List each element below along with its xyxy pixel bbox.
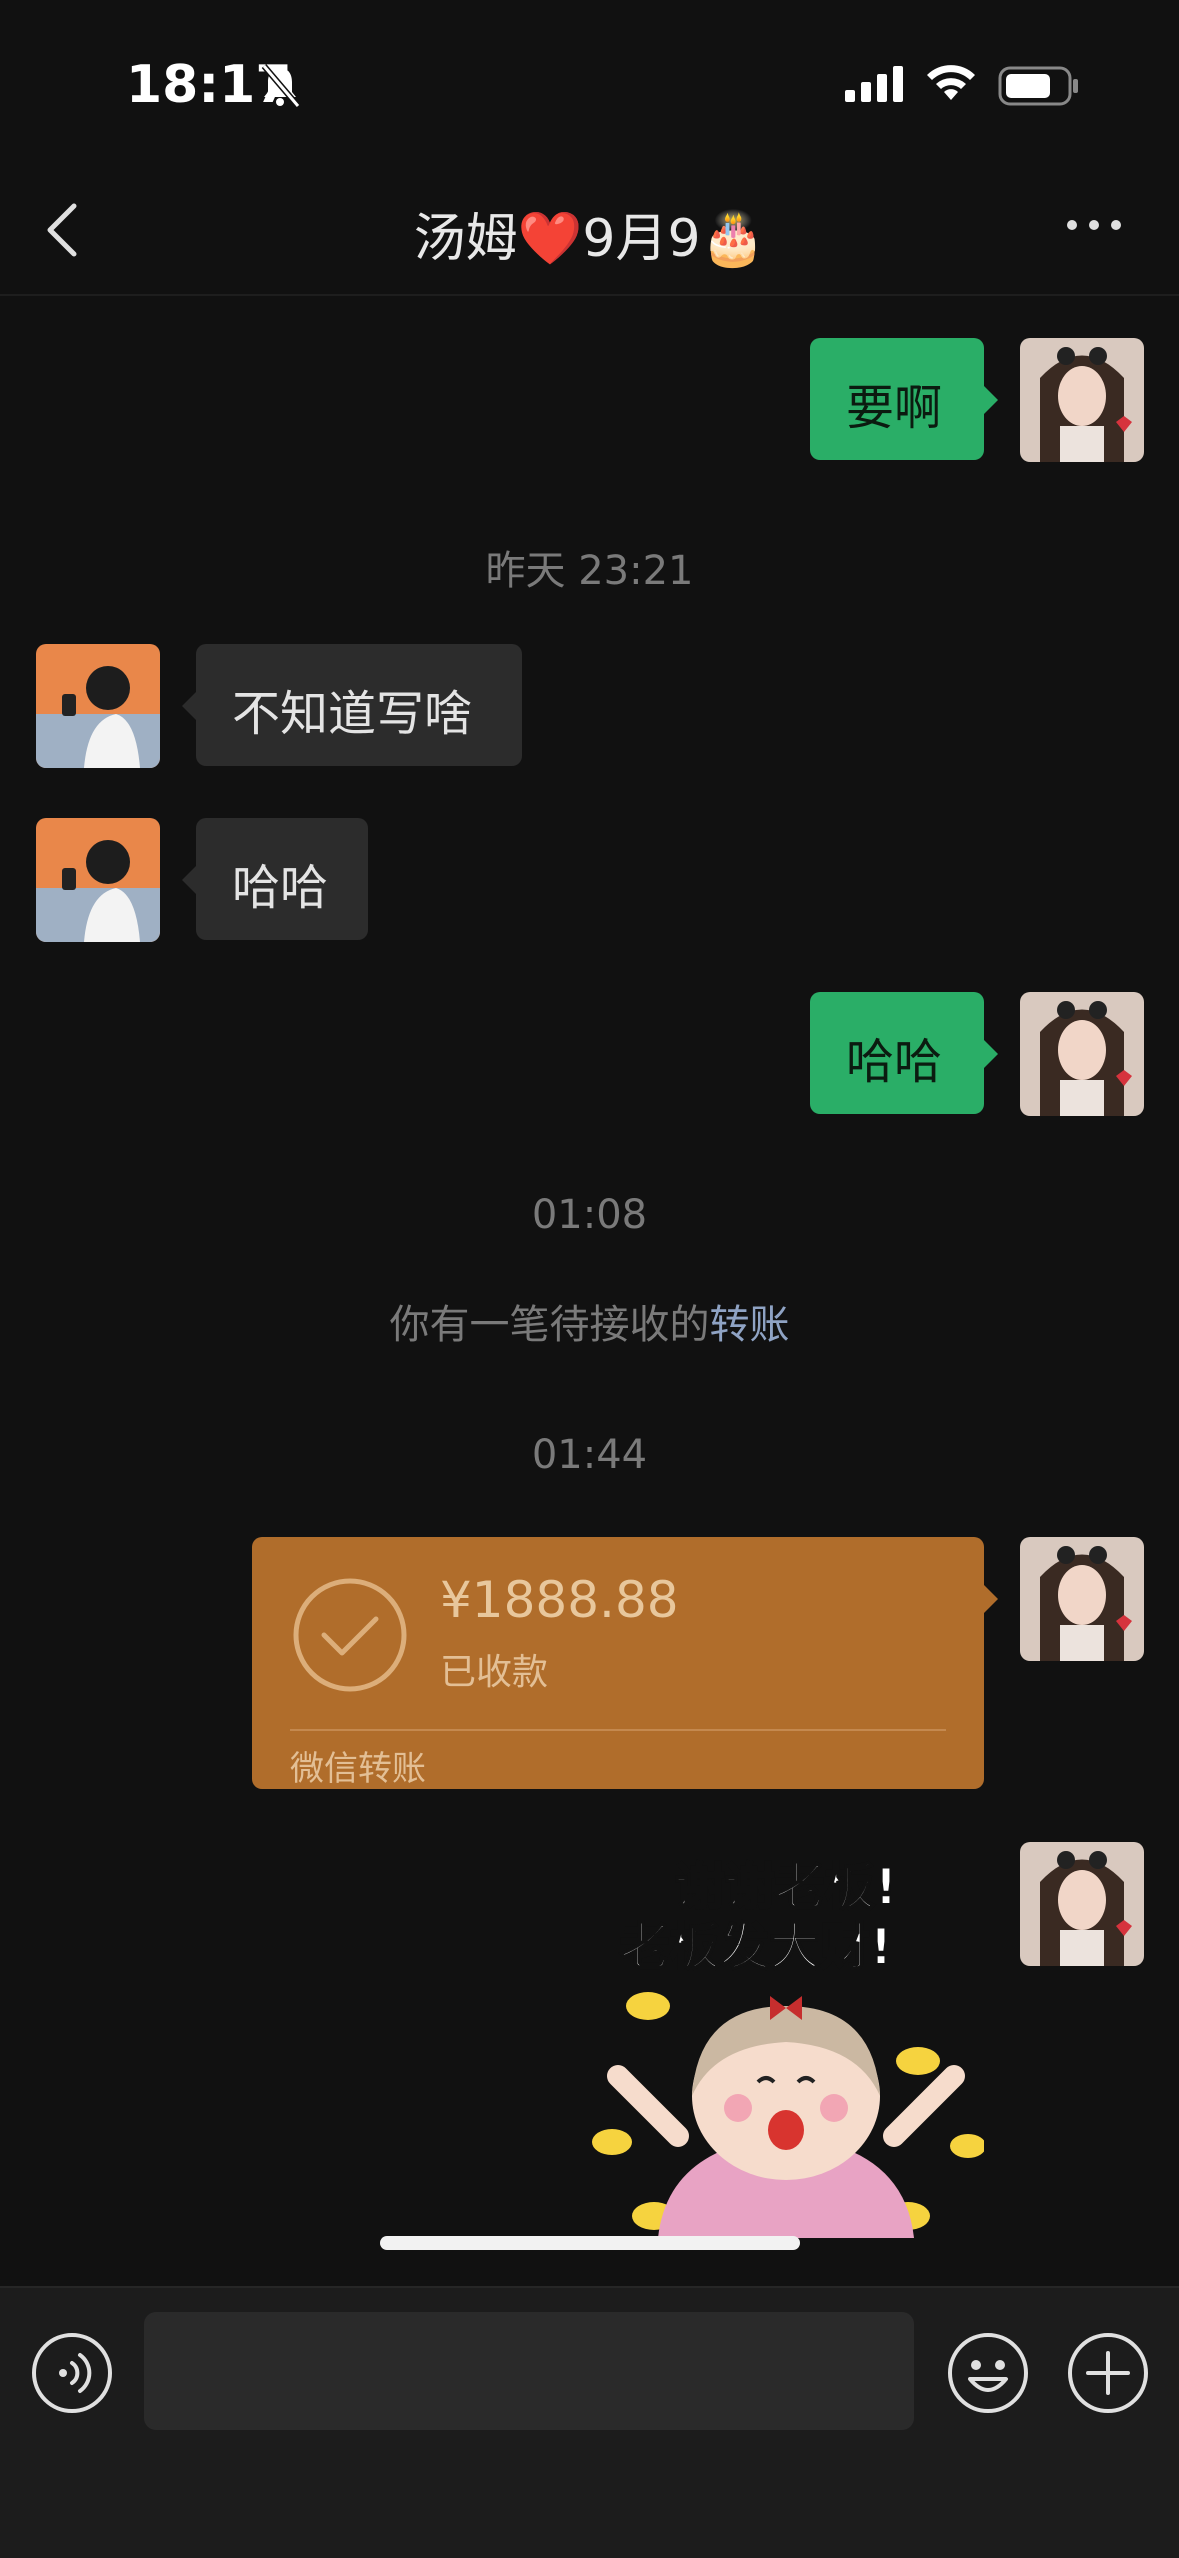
message-text: 哈哈	[846, 1034, 943, 1090]
timestamp: 昨天 23:21	[485, 548, 694, 594]
transfer-amount: ¥1888.88	[440, 1571, 679, 1629]
status-bar: 18:17	[0, 0, 1179, 170]
sticker-text-line2: 老板发大财!	[620, 1918, 893, 1976]
transfer-link[interactable]: 转账	[710, 1302, 790, 1348]
chat-header: 汤姆❤️9月9🎂	[0, 170, 1179, 296]
message-bubble-incoming[interactable]: 不知道写啥	[196, 644, 522, 766]
transfer-status: 已收款	[440, 1652, 549, 1693]
message-input[interactable]	[144, 2312, 914, 2430]
message-bubble-outgoing[interactable]: 哈哈	[810, 992, 984, 1114]
girl-avatar-image	[1020, 1537, 1144, 1661]
boy-avatar-image	[36, 644, 160, 768]
thanks-boss-sticker: 谢谢老板! 老板发大财!	[588, 1846, 986, 2238]
transfer-source-label: 微信转账	[290, 1749, 426, 1789]
message-text: 要啊	[846, 380, 943, 436]
bubble-tail	[984, 1585, 998, 1613]
contact-avatar[interactable]	[36, 644, 160, 768]
system-message-text: 你有一笔待接收的	[389, 1302, 710, 1348]
contact-avatar[interactable]	[36, 818, 160, 942]
more-options-icon[interactable]	[1064, 210, 1124, 240]
bubble-tail	[984, 1040, 998, 1068]
transfer-card[interactable]: ¥1888.88 已收款 微信转账	[252, 1537, 984, 1789]
battery-icon	[998, 66, 1078, 106]
divider	[290, 1729, 946, 1731]
my-avatar[interactable]	[1020, 338, 1144, 462]
emoji-icon[interactable]	[946, 2331, 1030, 2415]
wifi-icon	[927, 65, 975, 100]
girl-avatar-image	[1020, 992, 1144, 1116]
bubble-tail	[182, 692, 196, 720]
my-avatar[interactable]	[1020, 1842, 1144, 1966]
input-bar	[0, 2286, 1179, 2558]
signal-icon	[845, 66, 903, 102]
bubble-tail	[182, 866, 196, 894]
timestamp: 01:08	[531, 1192, 648, 1238]
home-indicator[interactable]	[380, 2236, 800, 2250]
plus-icon[interactable]	[1066, 2331, 1150, 2415]
my-avatar[interactable]	[1020, 992, 1144, 1116]
sticker-text-line1: 谢谢老板!	[675, 1858, 898, 1916]
girl-avatar-image	[1020, 1842, 1144, 1966]
system-message: 你有一笔待接收的转账	[0, 1292, 1179, 1350]
girl-avatar-image	[1020, 338, 1144, 462]
my-avatar[interactable]	[1020, 1537, 1144, 1661]
boy-avatar-image	[36, 818, 160, 942]
check-circle-icon	[293, 1578, 407, 1692]
mute-bell-icon	[261, 64, 301, 108]
message-text: 哈哈	[232, 860, 329, 916]
bubble-tail	[984, 386, 998, 414]
message-text: 不知道写啥	[232, 686, 473, 742]
sticker-message[interactable]: 谢谢老板! 老板发大财!	[588, 1846, 986, 2238]
message-bubble-incoming[interactable]: 哈哈	[196, 818, 368, 940]
chat-title: 汤姆❤️9月9🎂	[413, 209, 766, 269]
message-bubble-outgoing[interactable]: 要啊	[810, 338, 984, 460]
timestamp: 01:44	[531, 1432, 648, 1478]
voice-input-icon[interactable]	[30, 2331, 114, 2415]
